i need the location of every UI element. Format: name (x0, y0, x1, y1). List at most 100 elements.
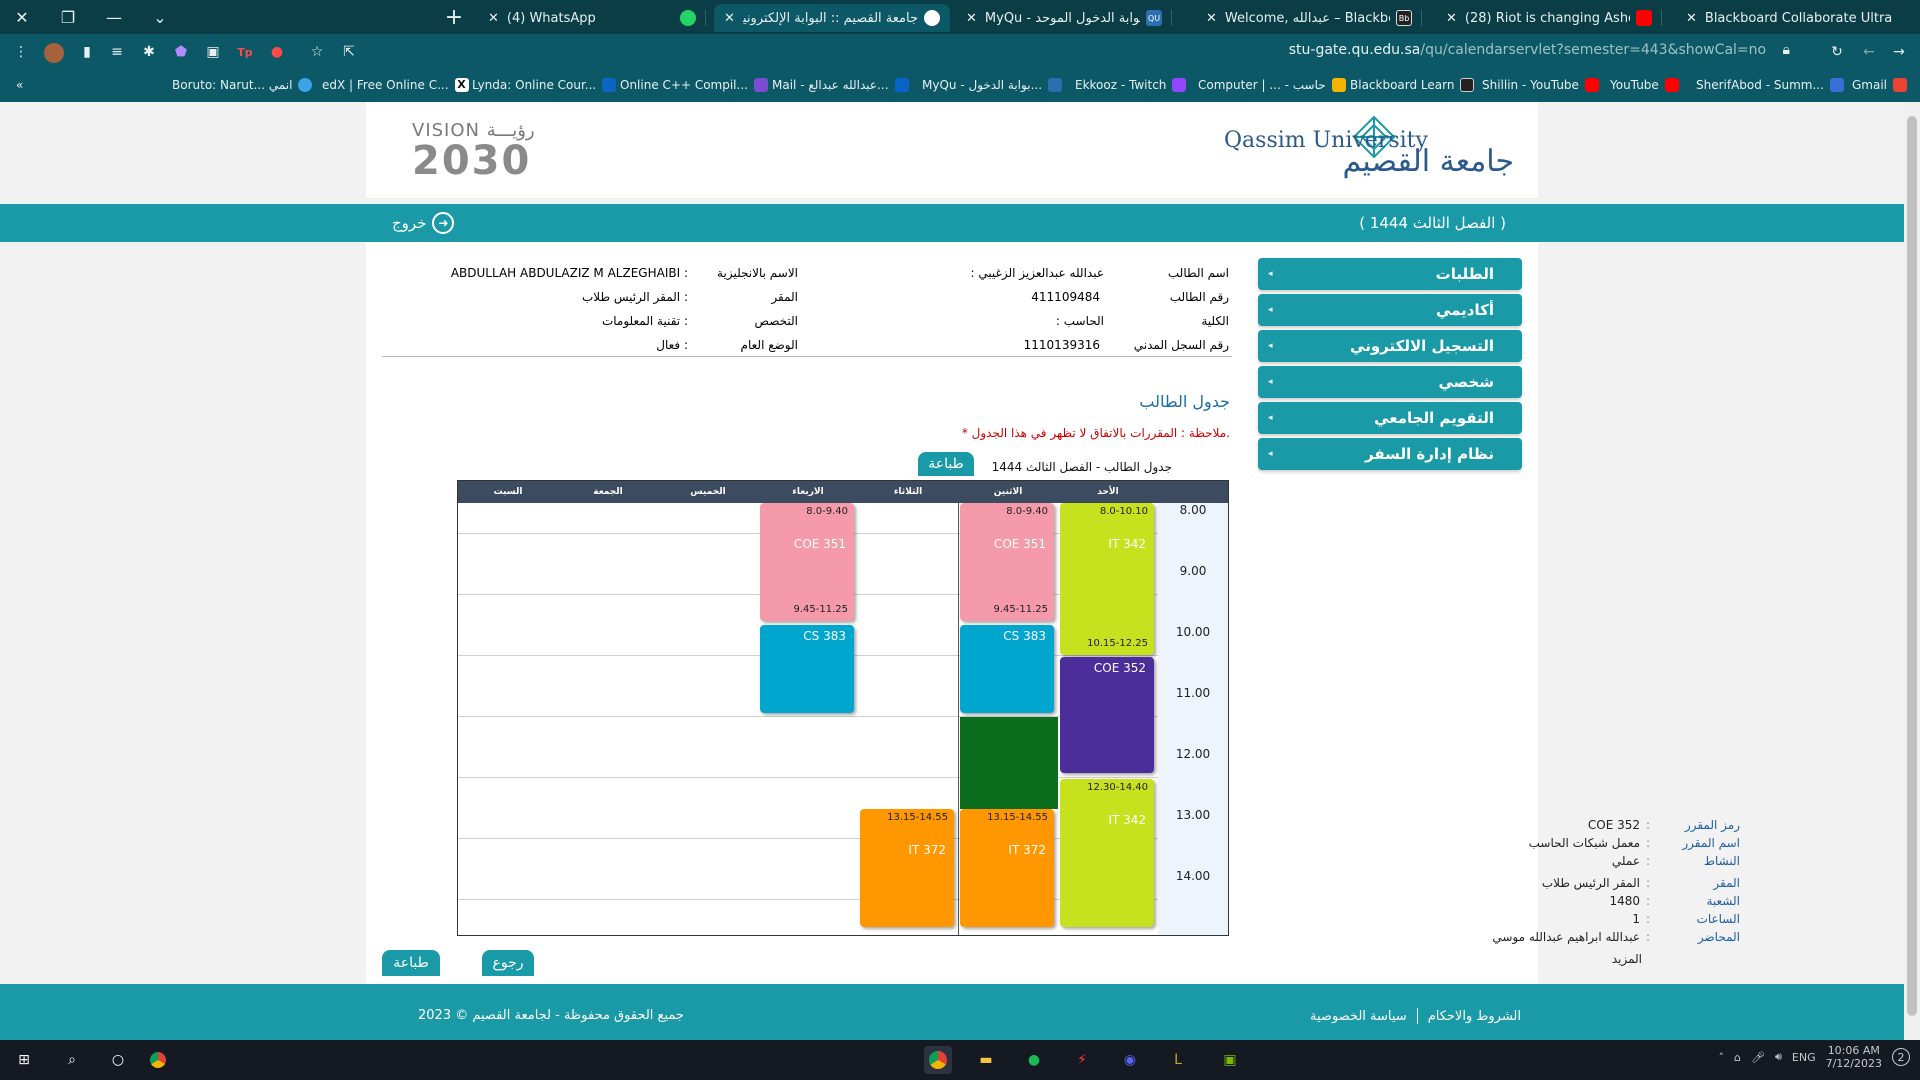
restore-window-icon[interactable]: ❐ (48, 0, 88, 34)
divider (382, 356, 1232, 357)
course-block-cs383[interactable]: CS 383 (960, 625, 1054, 713)
close-tab-icon[interactable]: ✕ (1446, 11, 1457, 26)
minimize-window-icon[interactable]: — (94, 0, 134, 34)
sidebar-icon[interactable]: ▮ (78, 43, 96, 61)
search-icon[interactable]: ⌕ (58, 1046, 86, 1074)
profile-avatar[interactable] (44, 43, 64, 63)
back-button[interactable]: رجوع (482, 950, 534, 976)
close-tab-icon[interactable]: ✕ (488, 11, 499, 26)
time-label: 8.00 (1179, 503, 1207, 517)
course-block-it372[interactable]: 13.15-14.55 IT 372 (960, 809, 1054, 927)
qassim-university-logo[interactable]: Qassim University جامعة القصيم (1224, 110, 1514, 192)
privacy-link[interactable]: سياسة الخصوصية (1310, 1009, 1407, 1024)
scrollbar-thumb[interactable] (1907, 116, 1917, 1016)
chrome-pinned-icon[interactable] (144, 1046, 172, 1074)
bookmark-item[interactable]: Gmail (1852, 78, 1908, 92)
course-block-it372[interactable]: 13.15-14.55 IT 372 (860, 809, 954, 927)
course-block-cs383[interactable]: CS 383 (760, 625, 854, 713)
tray-chevron-icon[interactable]: ˄ (1719, 1051, 1725, 1064)
new-tab-icon[interactable]: + (434, 0, 474, 34)
bookmark-item[interactable]: Blackboard Learn (1350, 78, 1475, 92)
course-block-it342[interactable]: 12.30-14.40 IT 342 (1060, 779, 1154, 927)
notifications-badge[interactable]: 2 (1892, 1048, 1910, 1066)
bookmark-item[interactable]: Computer | ... - حاسب (1198, 78, 1346, 92)
tab-whatsapp[interactable]: ✕ (4) WhatsApp (478, 4, 706, 32)
logout-button[interactable]: خروج ➜ (392, 212, 455, 234)
extension-icon[interactable]: ▣ (204, 43, 222, 61)
close-tab-icon[interactable]: ✕ (1686, 11, 1697, 26)
file-explorer-icon[interactable]: ▬ (972, 1046, 1000, 1074)
tab-search-icon[interactable]: ⌄ (140, 0, 180, 34)
time-label: 12.00 (1175, 747, 1211, 761)
lock-icon: 🔒︎ (1782, 42, 1790, 58)
tab-myqu[interactable]: ✕ MyQu - بوابة الدخول الموحد | QU (956, 4, 1172, 32)
reload-icon[interactable]: ↻ (1828, 43, 1846, 61)
menu-dots-icon[interactable]: ⋮ (12, 43, 30, 61)
menu-item-travel-system[interactable]: ◂ نظام إدارة السفر (1258, 438, 1522, 470)
bookmark-star-icon[interactable]: ☆ (308, 43, 326, 61)
extensions-icon[interactable]: ✱ (140, 43, 158, 61)
menu-item-personal[interactable]: ◂ شخصي (1258, 366, 1522, 398)
tp-extension-icon[interactable]: Tp (236, 43, 254, 61)
record-extension-icon[interactable]: ● (268, 43, 286, 61)
course-block-coe352[interactable]: COE 352 (1060, 657, 1154, 773)
tab-qu-portal[interactable]: ✕ جامعة القصيم :: البوابة الإلكترونية ل (714, 4, 950, 32)
microphone-icon[interactable]: 🎤︎ (1751, 1051, 1765, 1064)
course-block-coe351[interactable]: 8.0-9.40 COE 351 9.45-11.25 (960, 503, 1054, 621)
chrome-taskbar-icon[interactable] (924, 1046, 952, 1074)
tab-youtube[interactable]: ✕ (28) Riot is changing Ashe (finally (1436, 4, 1662, 32)
forward-icon[interactable]: ← (1860, 43, 1878, 61)
bookmark-item[interactable]: Ekkooz - Twitch (1075, 78, 1187, 92)
more-link[interactable]: المزيد (1612, 952, 1642, 966)
day-sunday: الأحد (1097, 487, 1119, 497)
bookmarks-overflow-icon[interactable]: « (16, 78, 23, 92)
tab-collaborate[interactable]: ✕ Blackboard Collaborate Ultra – IT (1676, 4, 1902, 32)
close-window-icon[interactable]: ✕ (2, 0, 42, 34)
course-block-unlabeled[interactable] (960, 717, 1058, 809)
course-block-it342[interactable]: 8.0-10.10 IT 342 10.15-12.25 (1060, 503, 1154, 655)
course-block-coe351[interactable]: 8.0-9.40 COE 351 9.45-11.25 (760, 503, 854, 621)
menu-item-e-registration[interactable]: ◂ التسجيل الالكتروني (1258, 330, 1522, 362)
menu-item-academic[interactable]: ◂ أكاديمي (1258, 294, 1522, 326)
terms-link[interactable]: الشروط والاحكام (1428, 1009, 1521, 1024)
volume-icon[interactable]: 🔊︎ (1775, 1050, 1782, 1064)
caret-left-icon: ◂ (1268, 269, 1273, 279)
bookmark-item[interactable]: Online C++ Compil... (620, 78, 768, 92)
bookmark-item[interactable]: Lynda: Online Cour... (472, 78, 617, 92)
share-icon[interactable]: ⇱ (340, 43, 358, 61)
nvidia-icon[interactable]: ▣ (1216, 1046, 1244, 1074)
shield-extension-icon[interactable]: ⬟ (172, 43, 190, 61)
app-bolt-icon[interactable]: ⚡︎ (1068, 1046, 1096, 1074)
bookmark-item[interactable]: YouTube (1610, 78, 1679, 92)
bookmark-item[interactable]: MyQu - بوابة الدخول... (922, 78, 1063, 92)
bookmark-item[interactable]: edX | Free Online C... X (322, 78, 469, 92)
address-bar[interactable]: stu-gate.qu.edu.sa/qu/calendarservlet?se… (1289, 42, 1790, 58)
bookmark-item[interactable]: Shillin - YouTube (1482, 78, 1599, 92)
bookmark-item[interactable]: Mail - عبدالله عبدالع... (772, 78, 909, 92)
bookmark-item[interactable]: SherifAbod - Summ... (1696, 78, 1844, 92)
discord-icon[interactable]: ◉ (1116, 1046, 1144, 1074)
close-tab-icon[interactable]: ✕ (724, 11, 735, 26)
outlook-icon (894, 78, 909, 92)
close-tab-icon[interactable]: ✕ (1206, 11, 1217, 26)
bookmark-item[interactable]: Boruto: Narut... انمي (172, 78, 313, 92)
cortana-icon[interactable]: ○ (104, 1046, 132, 1074)
menu-item-requests[interactable]: ◂ الطلبات (1258, 258, 1522, 290)
calendar-caption: جدول الطالب - الفصل الثالث 1444 (991, 460, 1172, 474)
close-tab-icon[interactable]: ✕ (966, 11, 977, 26)
spotify-icon[interactable]: ● (1020, 1046, 1048, 1074)
back-icon[interactable]: → (1890, 43, 1908, 61)
league-of-legends-icon[interactable]: L (1164, 1046, 1192, 1074)
windows-start-icon[interactable]: ⊞ (10, 1046, 38, 1074)
clock[interactable]: 10:06 AM 7/12/2023 (1826, 1044, 1882, 1070)
page-scrollbar[interactable] (1904, 102, 1920, 1040)
tab-blackboard[interactable]: ✕ Welcome, عبدالله – Blackboard Le Bb (1196, 4, 1422, 32)
print-button-top[interactable]: طباعة (918, 452, 974, 476)
print-button-bottom[interactable]: طباعة (382, 950, 440, 976)
browser-toolbar: ⋮ ▮ ≡ ✱ ⬟ ▣ Tp ● ☆ ⇱ stu-gate.qu.edu.sa/… (0, 34, 1920, 70)
menu-item-calendar[interactable]: ◂ التقويم الجامعي (1258, 402, 1522, 434)
network-icon[interactable]: ⌂ (1734, 1051, 1741, 1064)
sidebar-menu: ◂ الطلبات ◂ أكاديمي ◂ التسجيل الالكتروني ◂ ش… (1258, 258, 1522, 474)
day-thursday: الخميس (690, 487, 726, 497)
reading-list-icon[interactable]: ≡ (108, 43, 126, 61)
